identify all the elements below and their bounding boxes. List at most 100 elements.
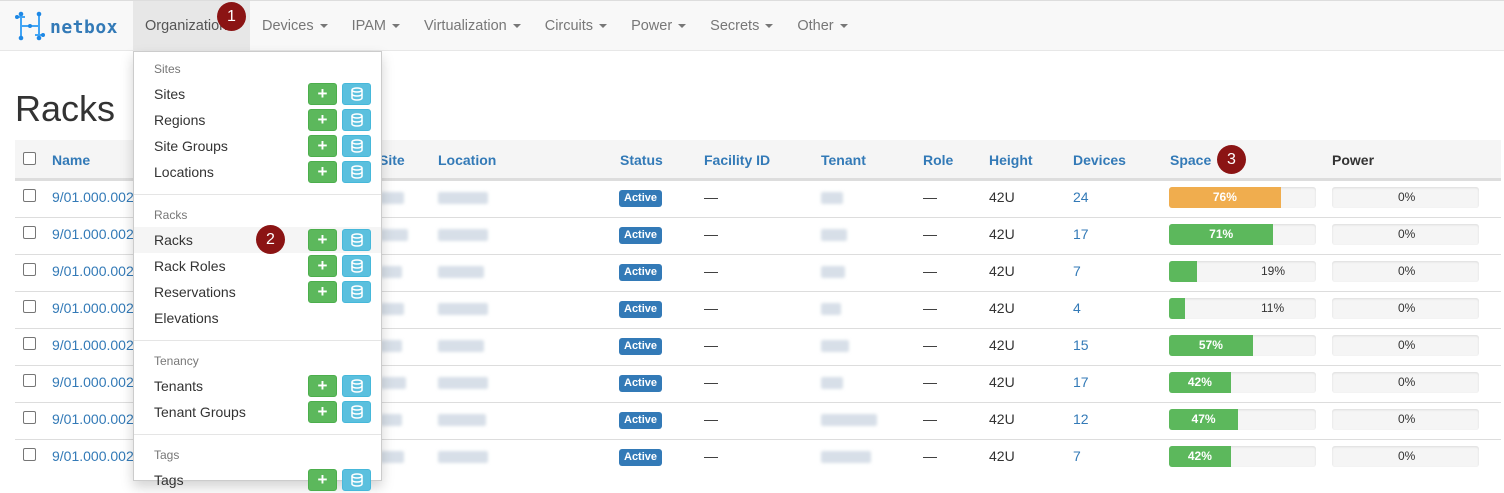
site-redacted bbox=[380, 229, 408, 241]
power-utilization-bar: 0% bbox=[1332, 187, 1479, 208]
import-sites-button[interactable] bbox=[342, 83, 371, 105]
menu-item-label: Tenants bbox=[154, 378, 204, 394]
status-badge: Active bbox=[619, 190, 663, 207]
add-regions-button[interactable]: + bbox=[308, 109, 337, 131]
column-header-devices[interactable]: Devices bbox=[1073, 152, 1126, 168]
column-header-status[interactable]: Status bbox=[620, 152, 663, 168]
site-redacted bbox=[380, 377, 406, 389]
add-reservations-button[interactable]: + bbox=[308, 281, 337, 303]
import-tags-button[interactable] bbox=[342, 469, 371, 491]
menu-item-label: Reservations bbox=[154, 284, 236, 300]
nav-secrets[interactable]: Secrets bbox=[698, 1, 785, 51]
space-percent-label: 57% bbox=[1198, 338, 1223, 352]
import-tenants-button[interactable] bbox=[342, 375, 371, 397]
power-percent-label: 0% bbox=[1398, 338, 1416, 352]
column-header-location[interactable]: Location bbox=[438, 152, 496, 168]
brand-name: netbox bbox=[50, 16, 119, 38]
menu-item-elevations[interactable]: Elevations bbox=[134, 305, 381, 331]
rack-name-link[interactable]: 9/01.000.002 bbox=[52, 263, 134, 279]
add-tenant-groups-button[interactable]: + bbox=[308, 401, 337, 423]
column-header-name[interactable]: Name bbox=[52, 152, 90, 168]
devices-count-link[interactable]: 24 bbox=[1073, 189, 1089, 205]
column-header-facility-id[interactable]: Facility ID bbox=[704, 152, 770, 168]
import-regions-button[interactable] bbox=[342, 109, 371, 131]
import-rack-roles-button[interactable] bbox=[342, 255, 371, 277]
row-checkbox[interactable] bbox=[23, 226, 36, 239]
import-reservations-button[interactable] bbox=[342, 281, 371, 303]
rack-name-link[interactable]: 9/01.000.002 bbox=[52, 226, 134, 242]
nav-other[interactable]: Other bbox=[785, 1, 859, 51]
devices-count-link[interactable]: 12 bbox=[1073, 411, 1089, 427]
dropdown-header-tags: Tags bbox=[154, 448, 180, 462]
database-import-icon bbox=[350, 165, 364, 179]
rack-name-link[interactable]: 9/01.000.002 bbox=[52, 411, 134, 427]
nav-ipam[interactable]: IPAM bbox=[340, 1, 412, 51]
tenant-redacted bbox=[821, 192, 843, 204]
devices-count-link[interactable]: 4 bbox=[1073, 300, 1081, 316]
database-import-icon bbox=[350, 379, 364, 393]
column-header-tenant[interactable]: Tenant bbox=[821, 152, 866, 168]
height-value: 42U bbox=[989, 300, 1015, 316]
power-utilization-bar: 0% bbox=[1332, 372, 1479, 393]
add-racks-button[interactable]: + bbox=[308, 229, 337, 251]
row-checkbox[interactable] bbox=[23, 337, 36, 350]
row-checkbox[interactable] bbox=[23, 189, 36, 202]
row-checkbox[interactable] bbox=[23, 263, 36, 276]
height-value: 42U bbox=[989, 189, 1015, 205]
space-percent-label: 76% bbox=[1212, 190, 1237, 204]
devices-count-link[interactable]: 17 bbox=[1073, 374, 1089, 390]
add-site-groups-button[interactable]: + bbox=[308, 135, 337, 157]
column-header-site[interactable]: Site bbox=[379, 152, 405, 168]
organization-dropdown: Sites Sites Regions Site Groups Location… bbox=[133, 51, 382, 491]
plus-icon: + bbox=[317, 162, 328, 181]
devices-count-link[interactable]: 15 bbox=[1073, 337, 1089, 353]
facility-id-value: — bbox=[704, 263, 718, 279]
row-checkbox[interactable] bbox=[23, 374, 36, 387]
netbox-logo-icon bbox=[14, 10, 46, 45]
space-utilization-bar: 57% bbox=[1169, 335, 1316, 356]
add-locations-button[interactable]: + bbox=[308, 161, 337, 183]
nav-circuits[interactable]: Circuits bbox=[533, 1, 619, 51]
devices-count-link[interactable]: 17 bbox=[1073, 226, 1089, 242]
import-site-groups-button[interactable] bbox=[342, 135, 371, 157]
devices-count-link[interactable]: 7 bbox=[1073, 263, 1081, 279]
height-value: 42U bbox=[989, 263, 1015, 279]
add-sites-button[interactable]: + bbox=[308, 83, 337, 105]
nav-label: Devices bbox=[262, 18, 314, 34]
rack-name-link[interactable]: 9/01.000.002 bbox=[52, 448, 134, 464]
row-checkbox[interactable] bbox=[23, 448, 36, 461]
column-header-space[interactable]: Space bbox=[1170, 152, 1211, 168]
import-locations-button[interactable] bbox=[342, 161, 371, 183]
brand[interactable]: netbox bbox=[14, 11, 118, 43]
rack-name-link[interactable]: 9/01.000.002 bbox=[52, 337, 134, 353]
nav-devices[interactable]: Devices bbox=[250, 1, 340, 51]
menu-item-label: Tenant Groups bbox=[154, 404, 246, 420]
import-racks-button[interactable] bbox=[342, 229, 371, 251]
rack-name-link[interactable]: 9/01.000.002 bbox=[52, 189, 134, 205]
location-redacted bbox=[438, 229, 488, 241]
nav-power[interactable]: Power bbox=[619, 1, 698, 51]
nav-label: Circuits bbox=[544, 18, 594, 34]
add-rack-roles-button[interactable]: + bbox=[308, 255, 337, 277]
rack-name-link[interactable]: 9/01.000.002 bbox=[52, 374, 134, 390]
nav-label: Virtualization bbox=[423, 18, 507, 34]
column-header-role[interactable]: Role bbox=[923, 152, 953, 168]
nav-virtualization[interactable]: Virtualization bbox=[412, 1, 533, 51]
add-tenants-button[interactable]: + bbox=[308, 375, 337, 397]
power-percent-label: 0% bbox=[1398, 227, 1416, 241]
nav-label: Power bbox=[631, 18, 673, 34]
caret-down-icon bbox=[839, 24, 848, 28]
plus-icon: + bbox=[317, 402, 328, 421]
row-checkbox[interactable] bbox=[23, 411, 36, 424]
row-checkbox[interactable] bbox=[23, 300, 36, 313]
tenant-redacted bbox=[821, 340, 849, 352]
rack-name-link[interactable]: 9/01.000.002 bbox=[52, 300, 134, 316]
column-header-height[interactable]: Height bbox=[989, 152, 1033, 168]
add-tags-button[interactable]: + bbox=[308, 469, 337, 491]
import-tenant-groups-button[interactable] bbox=[342, 401, 371, 423]
dropdown-header-sites: Sites bbox=[154, 62, 181, 76]
space-bar-fill bbox=[1169, 261, 1197, 282]
select-all-checkbox[interactable] bbox=[23, 152, 36, 165]
caret-down-icon bbox=[765, 24, 774, 28]
devices-count-link[interactable]: 7 bbox=[1073, 448, 1081, 464]
